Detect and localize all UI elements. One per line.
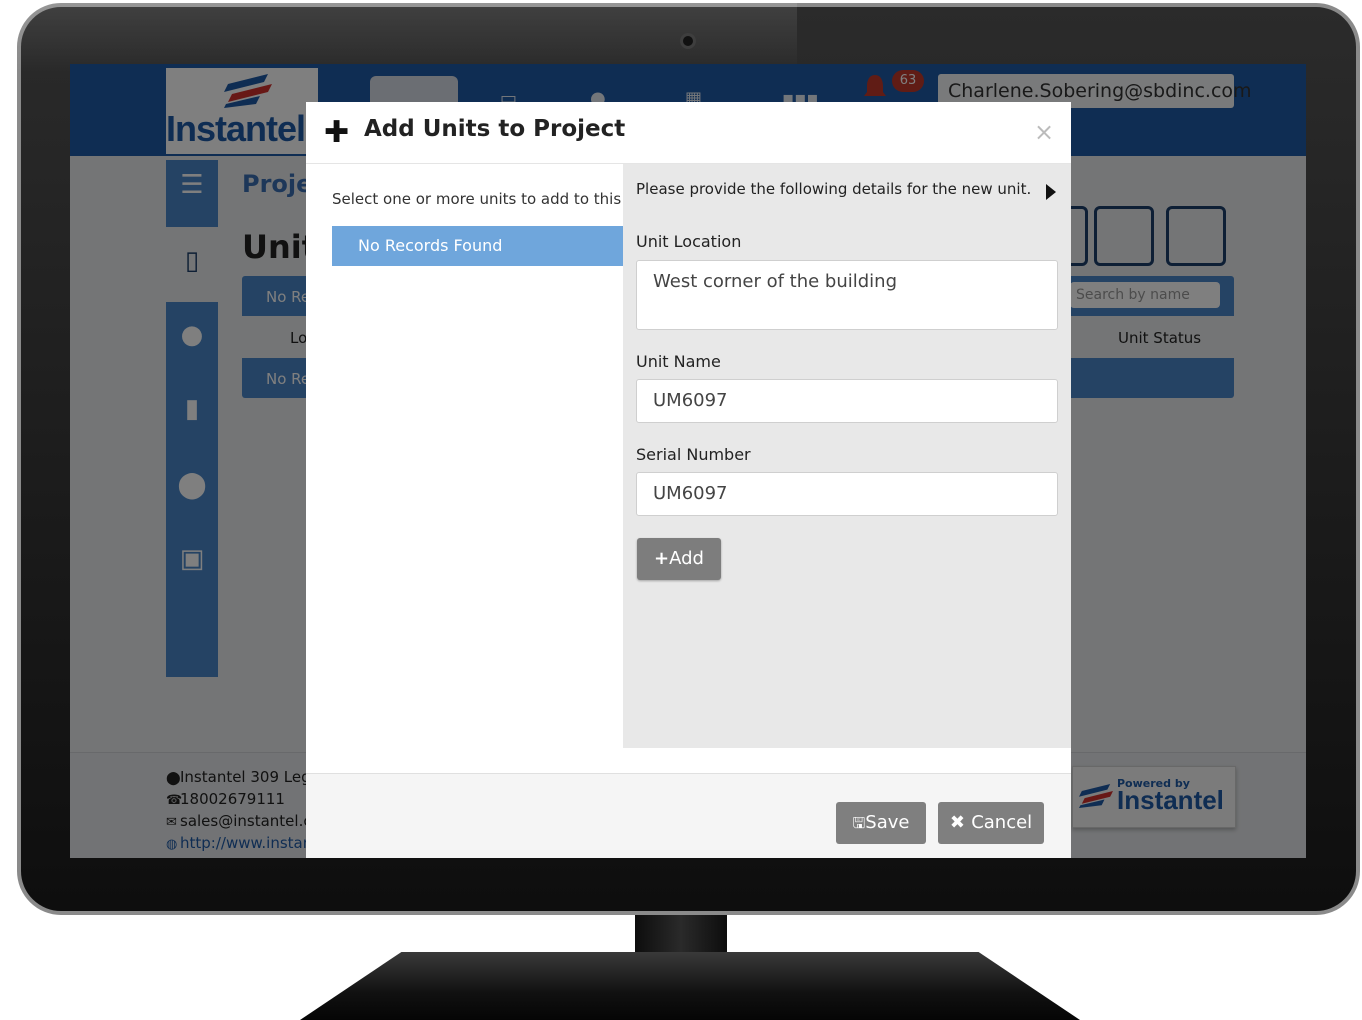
- monitor-screen: Instantel ▭ ● ▦ ▪▪▪ 63 Charlene.Sobering…: [70, 64, 1306, 858]
- unit-location-field[interactable]: West corner of the building: [636, 260, 1058, 330]
- add-unit-button[interactable]: +Add: [637, 538, 721, 580]
- modal-header: ✚ Add Units to Project ×: [306, 102, 1071, 164]
- new-unit-pane: Please provide the following details for…: [623, 164, 1071, 748]
- save-button[interactable]: 🖫Save: [836, 802, 926, 844]
- unit-location-label: Unit Location: [636, 232, 742, 251]
- modal-title: Add Units to Project: [364, 116, 626, 142]
- serial-number-field[interactable]: UM6097: [636, 472, 1058, 516]
- camera-icon: [680, 33, 696, 49]
- close-icon[interactable]: ×: [1034, 118, 1054, 146]
- add-button-label: Add: [669, 548, 704, 569]
- no-records-row[interactable]: No Records Found: [332, 226, 623, 266]
- times-icon: ✖: [949, 812, 972, 833]
- monitor-stand-base: [300, 952, 1080, 1020]
- serial-number-label: Serial Number: [636, 445, 751, 464]
- plus-icon: +: [654, 548, 670, 569]
- save-button-label: Save: [865, 812, 910, 833]
- caret-right-icon[interactable]: [1046, 184, 1056, 200]
- add-units-modal: ✚ Add Units to Project × Select one or m…: [306, 102, 1071, 858]
- unit-selection-pane: Select one or more units to add to this …: [306, 164, 806, 748]
- unit-name-label: Unit Name: [636, 352, 721, 371]
- plus-icon: ✚: [324, 115, 350, 150]
- cancel-button[interactable]: ✖ Cancel: [938, 802, 1044, 844]
- cancel-button-label: Cancel: [971, 812, 1033, 833]
- unit-name-field[interactable]: UM6097: [636, 379, 1058, 423]
- new-unit-instructions: Please provide the following details for…: [636, 180, 1032, 198]
- modal-footer: 🖫Save ✖ Cancel: [306, 773, 1071, 858]
- save-icon: 🖫: [852, 814, 866, 832]
